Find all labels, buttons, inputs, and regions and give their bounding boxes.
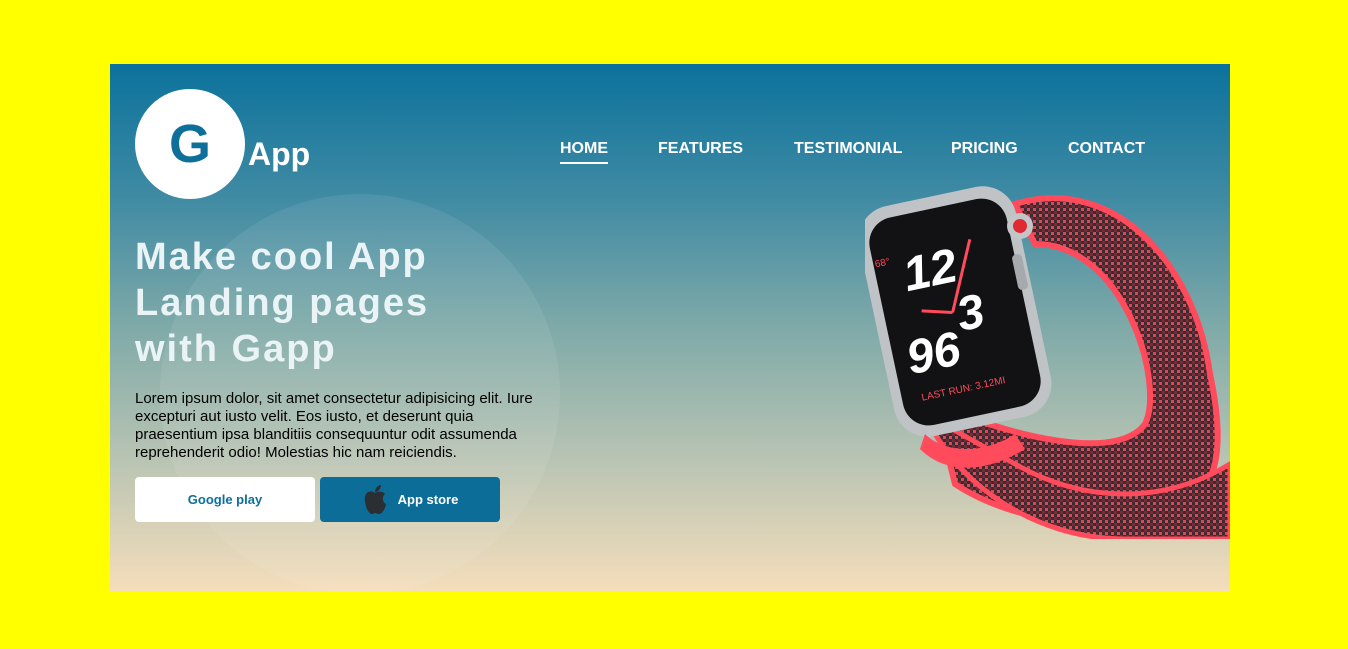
app-store-label: App store	[397, 492, 459, 507]
google-play-button[interactable]: Google play	[135, 477, 315, 522]
apple-icon	[364, 484, 386, 514]
main-nav: HOME FEATURES TESTIMONIAL PRICING CONTAC…	[110, 140, 1230, 170]
hero-section: G App HOME FEATURES TESTIMONIAL PRICING …	[110, 64, 1230, 592]
hero-description: Lorem ipsum dolor, sit amet consectetur …	[135, 390, 533, 461]
google-play-label: Google play	[187, 492, 263, 507]
nav-contact[interactable]: CONTACT	[1068, 140, 1145, 162]
hero-headline: Make cool App Landing pages with Gapp	[135, 234, 555, 372]
nav-features[interactable]: FEATURES	[658, 140, 743, 162]
nav-home[interactable]: HOME	[560, 140, 608, 164]
headline-line-1: Make cool App	[135, 236, 428, 278]
nav-pricing[interactable]: PRICING	[951, 140, 1018, 162]
watch-digits: 96	[902, 322, 966, 385]
headline-line-2: Landing pages	[135, 282, 430, 324]
headline-line-3: with Gapp	[135, 328, 337, 370]
nav-testimonial[interactable]: TESTIMONIAL	[794, 140, 902, 162]
watch-image: 68° 12 3 96 LAST RUN: 3.12MI	[865, 186, 1230, 539]
app-store-button[interactable]: App store	[320, 477, 500, 522]
